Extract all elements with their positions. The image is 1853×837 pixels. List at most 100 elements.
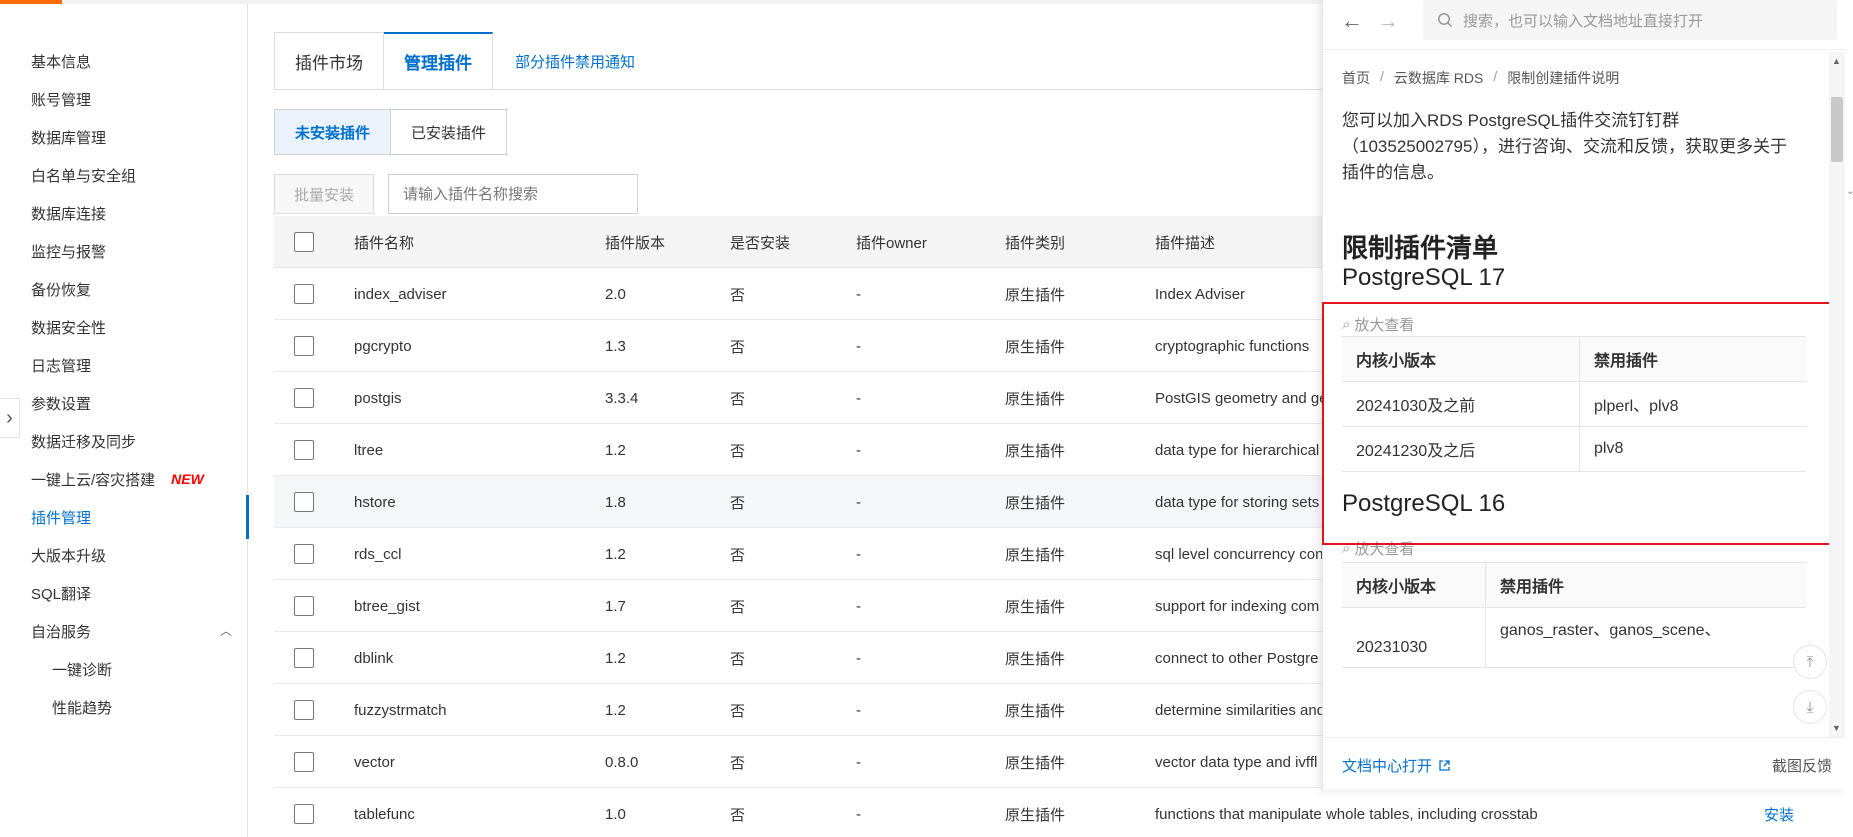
sidebar-collapse-toggle[interactable]: › — [0, 398, 20, 438]
scroll-down-icon[interactable]: ▼ — [1832, 723, 1841, 733]
new-badge: NEW — [171, 471, 204, 487]
doc-intro-text: 您可以加入RDS PostgreSQL插件交流钉钉群（103525002795）… — [1342, 111, 1787, 182]
plugin-version-cell: 1.2 — [605, 441, 626, 459]
plugin-version-cell: 1.2 — [605, 649, 626, 667]
tab-plugin-market[interactable]: 插件市场 — [274, 32, 384, 90]
plugin-type-cell: 原生插件 — [1005, 598, 1066, 616]
plugin-name-cell: vector — [354, 753, 395, 771]
col-disabled-plugins: 禁用插件 — [1594, 353, 1659, 370]
header-version: 插件版本 — [605, 234, 666, 252]
installed-status-cell: 否 — [730, 806, 746, 824]
pg17-table: 内核小版本 禁用插件 20241030及之前 plperl、plv8 20241… — [1342, 336, 1806, 472]
row-checkbox[interactable] — [294, 804, 314, 824]
col-kernel-version: 内核小版本 — [1342, 563, 1486, 607]
doc-search-input[interactable]: 搜索，也可以输入文档地址直接打开 — [1423, 0, 1837, 40]
doc-search-placeholder: 搜索，也可以输入文档地址直接打开 — [1463, 12, 1704, 30]
chevron-up-icon: ︿ — [219, 624, 232, 638]
screenshot-feedback-button[interactable]: 截图反馈 — [1772, 755, 1832, 776]
row-checkbox[interactable] — [294, 492, 314, 512]
plugin-type-cell: 原生插件 — [1005, 442, 1066, 460]
zoom-icon: ⌕ — [1342, 540, 1351, 557]
row-checkbox[interactable] — [294, 648, 314, 668]
zoom-icon: ⌕ — [1342, 316, 1351, 333]
row-checkbox[interactable] — [294, 700, 314, 720]
back-to-top-icon[interactable]: ⤒ — [1793, 645, 1827, 679]
sidebar-item-label: 账号管理 — [31, 91, 92, 109]
installed-button[interactable]: 已安装插件 — [391, 109, 508, 155]
row-checkbox[interactable] — [294, 336, 314, 356]
plugin-tabs: 插件市场 管理插件 部分插件禁用通知 — [274, 32, 635, 90]
plugin-name-cell: postgis — [354, 389, 402, 407]
row-checkbox[interactable] — [294, 284, 314, 304]
plugin-version-cell: 1.0 — [605, 805, 626, 823]
forward-arrow-icon[interactable]: → — [1377, 8, 1399, 34]
installed-status-cell: 否 — [730, 286, 746, 304]
doc-panel: ← → 搜索，也可以输入文档地址直接打开 首页 / 云数据库 RDS / 限制创… — [1322, 0, 1846, 790]
header-installed: 是否安装 — [730, 234, 791, 252]
sidebar: 基本信息 账号管理 数据库管理 白名单与安全组 数据库连接 监控与报警 备份恢复 数据安全性日… — [0, 4, 249, 837]
chevron-right-icon: › — [6, 406, 13, 429]
not-installed-button[interactable]: 未安装插件 — [274, 109, 392, 155]
plugin-name-cell: tablefunc — [354, 805, 415, 823]
breadcrumb-rds[interactable]: 云数据库 RDS — [1394, 68, 1483, 88]
plugin-version-cell: 1.2 — [605, 545, 626, 563]
row-checkbox[interactable] — [294, 544, 314, 564]
installed-status-cell: 否 — [730, 338, 746, 356]
sidebar-item-label: SQL翻译 — [31, 585, 92, 603]
row-checkbox[interactable] — [294, 752, 314, 772]
sidebar-item[interactable]: 性能趋势 — [0, 685, 248, 729]
scroll-up-icon[interactable]: ▲ — [1832, 56, 1841, 66]
disabled-plugins-cell: plperl、plv8 — [1594, 398, 1679, 415]
sidebar-item-label: 插件管理 — [31, 509, 92, 527]
breadcrumb-home[interactable]: 首页 — [1342, 68, 1370, 88]
plugin-description-cell: functions that manipulate whole tables, … — [1155, 805, 1538, 823]
restricted-plugins-heading: 限制插件清单 — [1342, 233, 1499, 263]
app-root: 基本信息 账号管理 数据库管理 白名单与安全组 数据库连接 监控与报警 备份恢复 数据安全性日… — [0, 0, 1853, 837]
plugin-owner-cell: - — [856, 441, 861, 459]
row-checkbox[interactable] — [294, 596, 314, 616]
disabled-plugins-cell: plv8 — [1594, 440, 1624, 457]
plugin-search-input[interactable] — [388, 174, 638, 214]
chevron-down-icon: ⌄ — [1846, 186, 1853, 197]
zoom-label: 放大查看 — [1354, 541, 1415, 558]
sidebar-item-label: 性能趋势 — [52, 699, 113, 717]
batch-install-button[interactable]: 批量安装 — [274, 174, 374, 214]
breadcrumb-separator: / — [1493, 68, 1498, 84]
sidebar-item-label: 参数设置 — [31, 395, 92, 413]
scroll-thumb[interactable] — [1831, 97, 1843, 162]
plugin-version-cell: 1.2 — [605, 701, 626, 719]
pg17-zoom-link[interactable]: ⌕ 放大查看 — [1342, 314, 1414, 335]
select-all-checkbox[interactable] — [294, 232, 314, 252]
plugin-version-cell: 1.7 — [605, 597, 626, 615]
plugin-owner-cell: - — [856, 649, 861, 667]
back-arrow-icon[interactable]: ← — [1341, 8, 1363, 34]
doc-scrollbar[interactable]: ▲ ▼ — [1829, 52, 1845, 737]
plugin-disable-notice-link[interactable]: 部分插件禁用通知 — [493, 32, 635, 90]
row-checkbox[interactable] — [294, 388, 314, 408]
plugin-name-cell: hstore — [354, 493, 396, 511]
plugin-owner-cell: - — [856, 285, 861, 303]
row-checkbox[interactable] — [294, 440, 314, 460]
plugin-type-cell: 原生插件 — [1005, 650, 1066, 668]
search-icon — [1438, 13, 1453, 28]
installed-status-cell: 否 — [730, 702, 746, 720]
open-in-doc-center-link[interactable]: 文档中心打开 — [1342, 755, 1451, 776]
plugin-version-cell: 2.0 — [605, 285, 626, 303]
pg16-zoom-link[interactable]: ⌕ 放大查看 — [1342, 538, 1414, 559]
plugin-type-cell: 原生插件 — [1005, 702, 1066, 720]
table-row: 20231030 ganos_raster、ganos_scene、 — [1342, 608, 1806, 668]
install-action-link[interactable]: 安装 — [1764, 788, 1824, 837]
plugin-name-cell: index_adviser — [354, 285, 447, 303]
tab-manage-plugins[interactable]: 管理插件 — [384, 32, 493, 90]
installed-status-cell: 否 — [730, 494, 746, 512]
plugin-type-cell: 原生插件 — [1005, 754, 1066, 772]
sidebar-item-label: 数据库管理 — [31, 129, 107, 147]
scroll-to-bottom-icon[interactable]: ⤓ — [1793, 690, 1827, 724]
kernel-version-cell: 20241230及之后 — [1342, 427, 1580, 471]
plugin-type-cell: 原生插件 — [1005, 494, 1066, 512]
sidebar-item-label: 数据迁移及同步 — [31, 433, 137, 451]
installed-status-cell: 否 — [730, 754, 746, 772]
sidebar-item-label: 备份恢复 — [31, 281, 92, 299]
plugin-owner-cell: - — [856, 805, 861, 823]
kernel-version-cell: 20241030及之前 — [1342, 382, 1580, 426]
